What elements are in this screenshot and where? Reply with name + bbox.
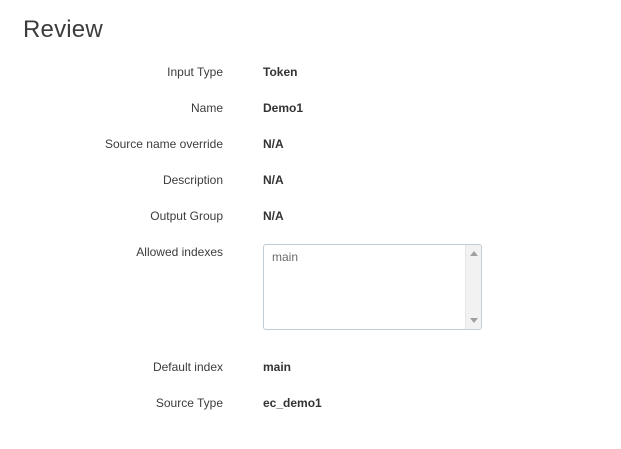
- review-row-description: Description N/A: [0, 170, 621, 190]
- input-type-value: Token: [263, 65, 298, 79]
- scroll-down-arrow-icon[interactable]: [470, 318, 478, 323]
- default-index-label: Default index: [152, 360, 223, 374]
- name-value: Demo1: [263, 101, 304, 115]
- description-label: Description: [162, 173, 223, 187]
- default-index-value: main: [263, 360, 292, 374]
- description-value: N/A: [263, 173, 284, 187]
- review-page: Review Input Type Token Name Demo1 Sourc…: [0, 0, 621, 449]
- review-row-input-type: Input Type Token: [0, 62, 621, 82]
- listbox-scrollbar[interactable]: [465, 245, 481, 329]
- review-row-output-group: Output Group N/A: [0, 206, 621, 226]
- review-row-name: Name Demo1: [0, 98, 621, 118]
- allowed-index-option[interactable]: main: [272, 249, 298, 265]
- scroll-up-arrow-icon[interactable]: [470, 251, 478, 256]
- name-label: Name: [190, 101, 223, 115]
- input-type-label: Input Type: [167, 65, 223, 79]
- output-group-label: Output Group: [150, 209, 223, 223]
- allowed-indexes-listbox[interactable]: main: [263, 244, 482, 330]
- page-title: Review: [23, 16, 103, 43]
- source-name-override-value: N/A: [263, 137, 284, 151]
- source-type-value: ec_demo1: [263, 396, 322, 410]
- source-name-override-label: Source name override: [104, 137, 223, 151]
- review-row-source-type: Source Type ec_demo1: [0, 393, 621, 413]
- review-row-source-name-override: Source name override N/A: [0, 134, 621, 154]
- review-row-default-index: Default index main: [0, 357, 621, 377]
- allowed-indexes-label: Allowed indexes: [136, 245, 223, 259]
- output-group-value: N/A: [263, 209, 284, 223]
- source-type-label: Source Type: [155, 396, 223, 410]
